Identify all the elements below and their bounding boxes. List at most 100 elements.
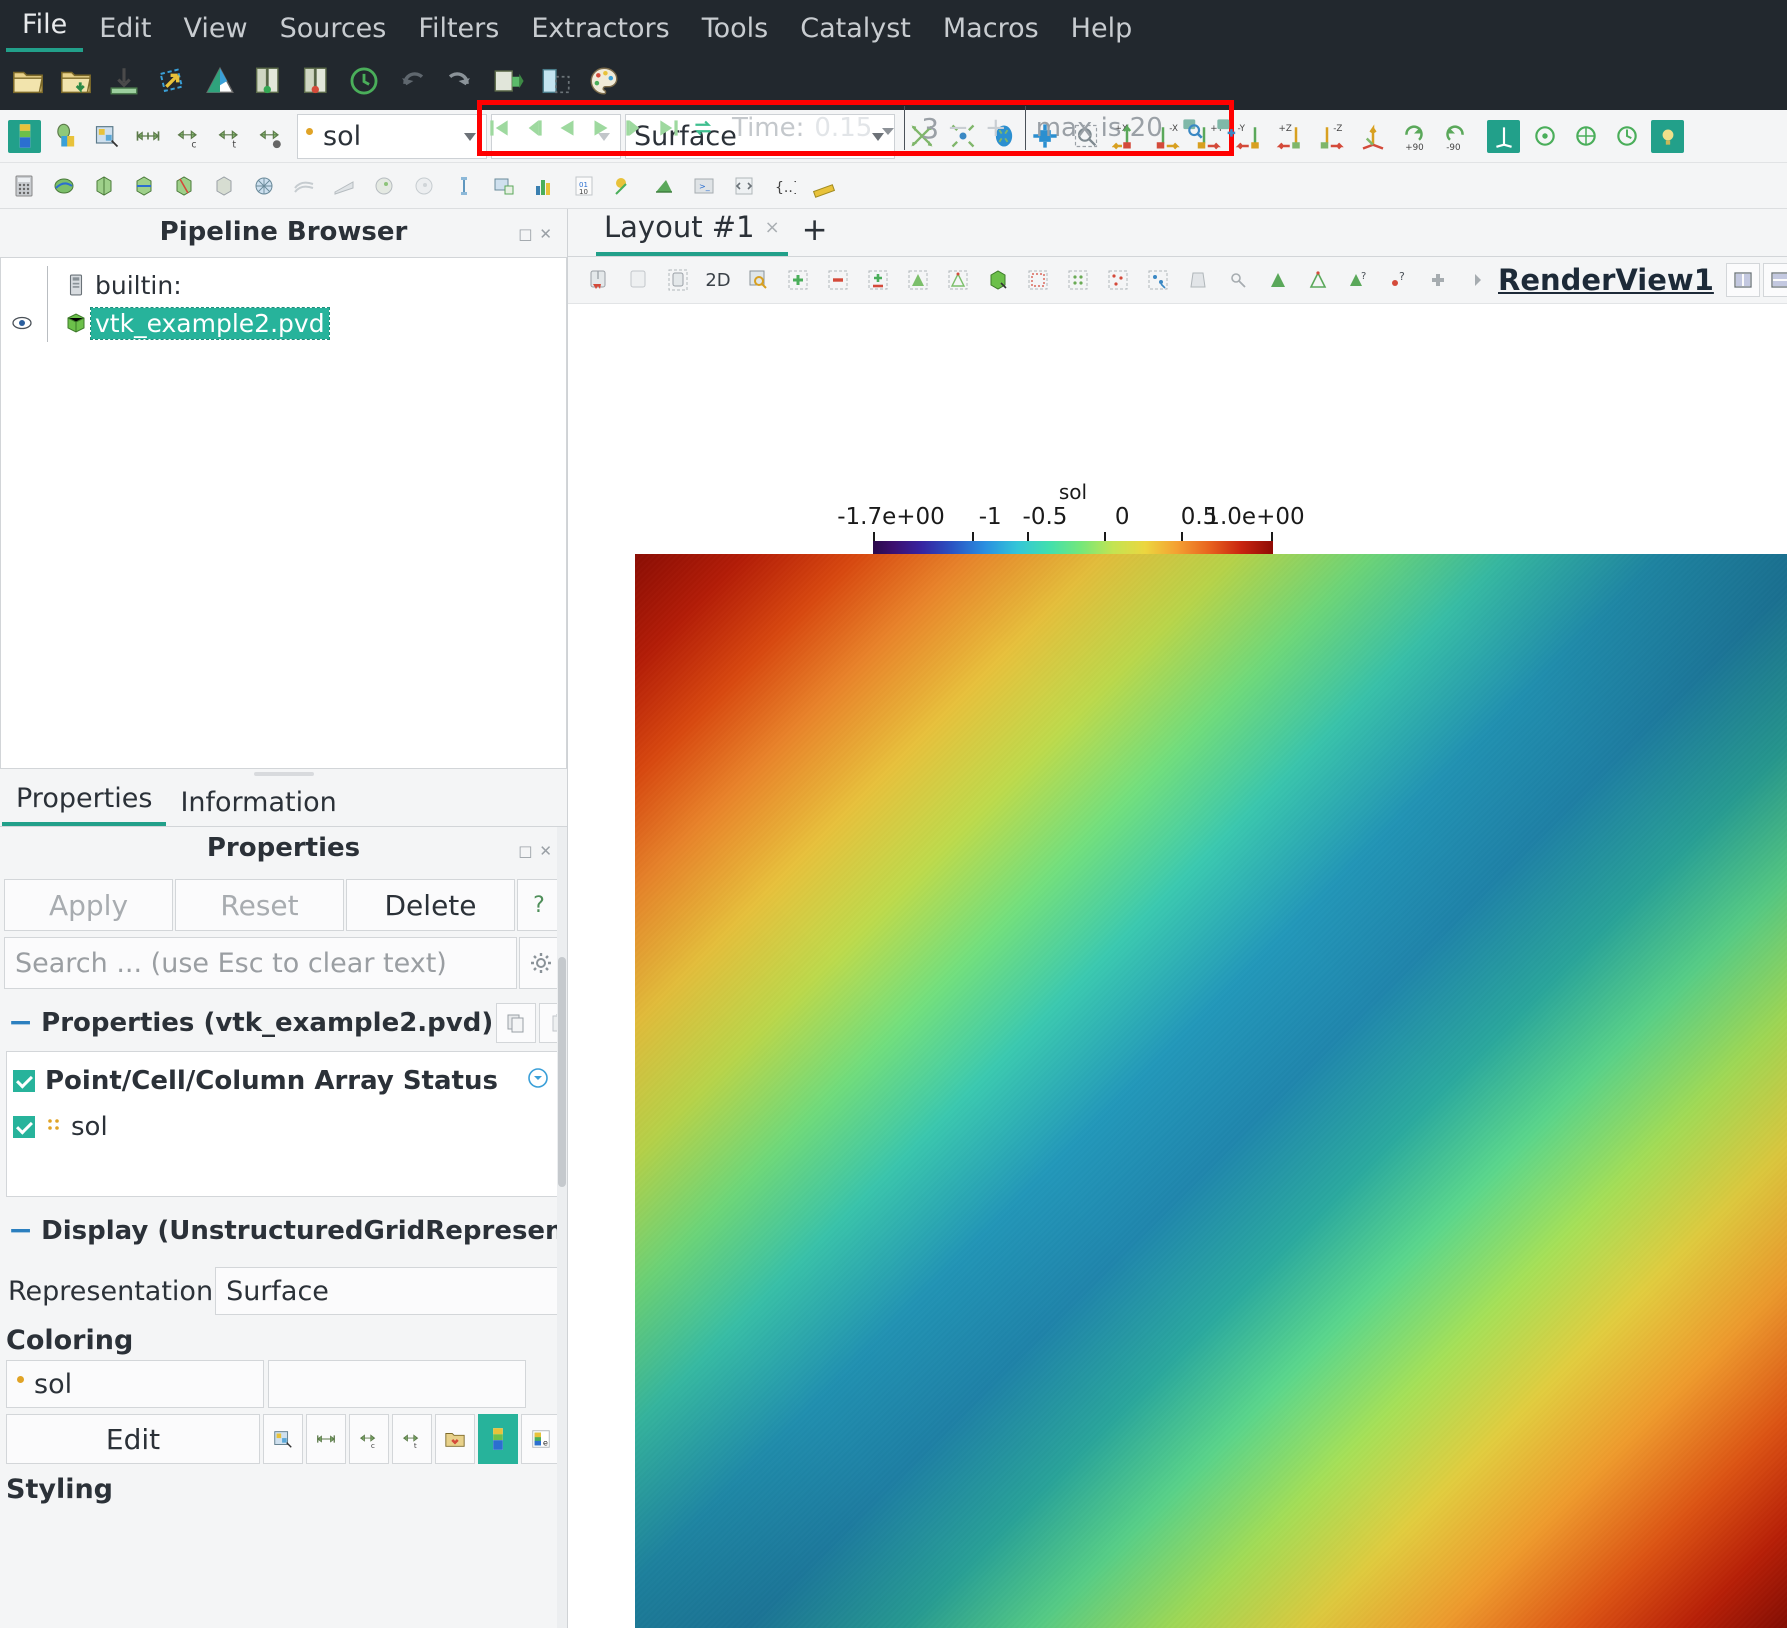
section-display-header[interactable]: − Display (UnstructuredGridRepresentatio… <box>0 1197 567 1259</box>
curly-brace-icon[interactable]: {..} <box>769 171 799 201</box>
select-cells-icon[interactable] <box>623 265 653 295</box>
split-vertical-icon[interactable] <box>1762 263 1787 297</box>
help-button[interactable]: ? <box>517 879 561 931</box>
light-kit-icon[interactable] <box>1651 119 1684 153</box>
interactive-select-cells-icon[interactable] <box>1023 265 1053 295</box>
interactive-select-points-icon[interactable] <box>1063 265 1093 295</box>
tab-layout-1[interactable]: Layout #1 × <box>596 206 788 256</box>
apply-button[interactable]: Apply <box>4 879 173 931</box>
coloring-component-select[interactable] <box>268 1360 526 1408</box>
rescale-custom-icon[interactable] <box>90 120 123 153</box>
save-state-file-icon[interactable] <box>297 62 335 100</box>
tab-properties[interactable]: Properties <box>2 777 167 826</box>
frame-index-input[interactable]: 3 <box>915 112 939 145</box>
next-frame-icon[interactable] <box>618 109 652 147</box>
slice-icon[interactable] <box>129 171 159 201</box>
properties-scrollbar[interactable] <box>557 827 567 1628</box>
show-center-icon[interactable] <box>1528 120 1561 153</box>
copy-icon[interactable] <box>496 1003 537 1043</box>
load-state-icon[interactable] <box>249 62 287 100</box>
pos-z-icon[interactable]: +Z <box>1274 120 1307 153</box>
toggle-2d-button[interactable]: 2D <box>703 265 733 295</box>
glyph-icon[interactable] <box>249 171 279 201</box>
rescale-visible-icon[interactable] <box>254 120 287 153</box>
hover-points-icon[interactable] <box>1143 265 1173 295</box>
select-custom-icon[interactable] <box>1223 265 1253 295</box>
rotate-minus-90-icon[interactable]: -90 <box>1438 120 1471 153</box>
reset-button[interactable]: Reset <box>175 879 344 931</box>
edit-opacity-icon[interactable]: e <box>521 1414 561 1464</box>
frame-increment-button[interactable]: + <box>977 113 1015 143</box>
advanced-properties-toggle-icon[interactable] <box>526 1066 550 1094</box>
reset-session-icon[interactable] <box>345 62 383 100</box>
isometric-icon[interactable] <box>1356 120 1389 153</box>
chevron-down-icon[interactable] <box>464 133 476 141</box>
close-icon[interactable]: × <box>765 217 780 238</box>
magnify-add-icon[interactable] <box>1209 109 1243 147</box>
menu-help[interactable]: Help <box>1055 9 1149 52</box>
add-layout-tab-button[interactable]: + <box>788 210 842 256</box>
array-status-header-row[interactable]: Point/Cell/Column Array Status <box>7 1058 560 1104</box>
open-recent-icon[interactable] <box>57 62 95 100</box>
camera-redo-icon[interactable] <box>537 62 575 100</box>
calculator-icon[interactable] <box>9 171 39 201</box>
tab-information[interactable]: Information <box>166 781 350 826</box>
surface-plot[interactable] <box>635 554 1787 1628</box>
reset-center-icon[interactable] <box>1610 120 1643 153</box>
color-legend-icon[interactable] <box>49 120 82 153</box>
group-datasets-icon[interactable] <box>369 171 399 201</box>
rescale-custom-range-icon[interactable]: c <box>349 1414 389 1464</box>
properties-scroll-area[interactable]: Properties □✕ Apply Reset Delete ? Searc… <box>0 827 567 1628</box>
pipeline-item-vtk-example2[interactable]: vtk_example2.pvd <box>1 304 566 342</box>
rotate-plus-90-icon[interactable]: +90 <box>1397 120 1430 153</box>
save-data-icon[interactable] <box>105 62 143 100</box>
threshold-icon[interactable] <box>169 171 199 201</box>
expand-icon[interactable] <box>1423 265 1453 295</box>
hover-cells-icon[interactable] <box>1103 265 1133 295</box>
select-cells-polygon-icon[interactable] <box>903 265 933 295</box>
render-view-canvas[interactable]: sol -1.7e+00 -1 -0.5 0 0.5 1.0e+00 <box>568 304 1787 1628</box>
rescale-custom-range-icon[interactable]: c <box>172 120 205 153</box>
collapse-toggle-icon[interactable]: − <box>8 1008 33 1038</box>
save-screenshot-icon[interactable] <box>153 62 191 100</box>
redo-icon[interactable] <box>441 62 479 100</box>
python-shell-icon[interactable]: >_ <box>689 171 719 201</box>
first-frame-icon[interactable] <box>482 109 516 147</box>
menu-tools[interactable]: Tools <box>686 9 785 52</box>
coloring-array-select[interactable]: sol <box>6 1360 264 1408</box>
warp-icon[interactable] <box>329 171 359 201</box>
split-horizontal-icon[interactable] <box>1725 263 1760 297</box>
interact-icon[interactable] <box>583 265 613 295</box>
select-points-polygon-icon[interactable] <box>943 265 973 295</box>
histogram-icon[interactable] <box>529 171 559 201</box>
visibility-eye-icon[interactable] <box>9 315 35 331</box>
menu-edit[interactable]: Edit <box>83 9 167 52</box>
python-calculator-icon[interactable]: 01 10 <box>569 171 599 201</box>
contour-icon[interactable] <box>49 171 79 201</box>
section-properties-header[interactable]: − Properties (vtk_example2.pvd) <box>0 989 567 1051</box>
clear-selection-icon[interactable]: ? <box>1383 265 1413 295</box>
delete-button[interactable]: Delete <box>346 879 515 931</box>
clip-icon[interactable] <box>89 171 119 201</box>
plot-selection-icon[interactable] <box>489 171 519 201</box>
representation-select[interactable]: Surface <box>215 1267 561 1315</box>
edit-color-map-icon[interactable] <box>263 1414 303 1464</box>
time-value[interactable]: 0.15 <box>814 113 872 143</box>
frustum-cells-icon[interactable] <box>1183 265 1213 295</box>
pipeline-tree[interactable]: builtin: vtk_example2.pvd <box>0 257 567 769</box>
extract-subset-icon[interactable] <box>209 171 239 201</box>
undo-icon[interactable] <box>393 62 431 100</box>
menu-catalyst[interactable]: Catalyst <box>784 9 927 52</box>
menu-sources[interactable]: Sources <box>264 9 403 52</box>
plot-over-line-icon[interactable] <box>449 171 479 201</box>
play-icon[interactable] <box>584 109 618 147</box>
shrink-selection-icon[interactable] <box>1303 265 1333 295</box>
macro-icon[interactable] <box>729 171 759 201</box>
gradient-icon[interactable] <box>649 171 679 201</box>
loop-icon[interactable] <box>686 109 720 147</box>
menu-file[interactable]: File <box>6 5 84 52</box>
last-frame-icon[interactable] <box>652 109 686 147</box>
panel-float-close-controls[interactable]: □✕ <box>518 842 559 860</box>
scrollbar-thumb[interactable] <box>558 957 566 1187</box>
array-status-checkbox[interactable] <box>13 1070 35 1092</box>
